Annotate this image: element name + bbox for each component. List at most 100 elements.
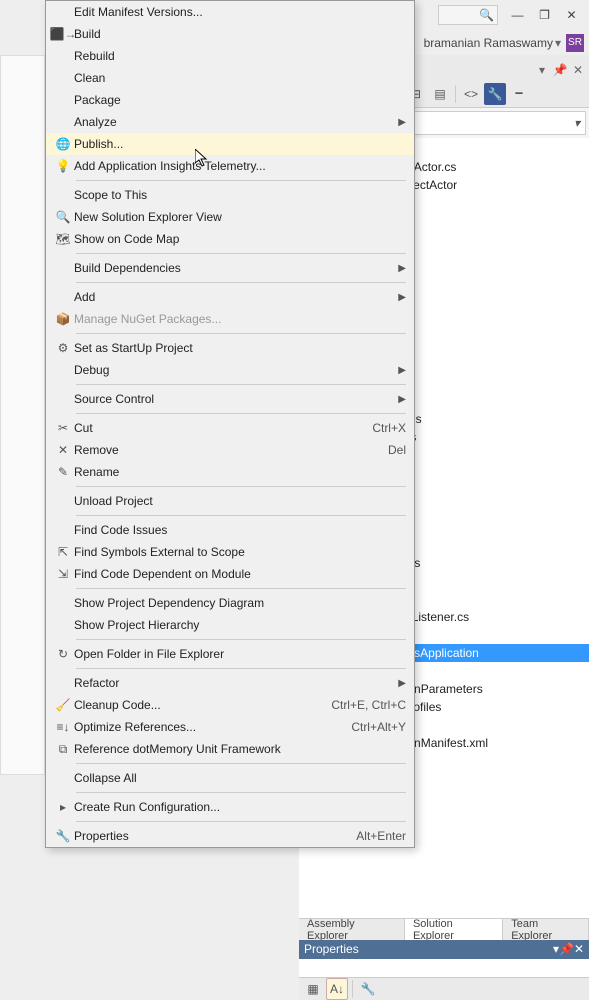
menu-item-set-as-startup-project[interactable]: ⚙Set as StartUp Project — [46, 337, 414, 359]
menu-item-show-on-code-map[interactable]: 🗺Show on Code Map — [46, 228, 414, 250]
menu-item-edit-manifest-versions[interactable]: Edit Manifest Versions... — [46, 1, 414, 23]
menu-item-refactor[interactable]: Refactor▶ — [46, 672, 414, 694]
menu-label: Remove — [74, 443, 378, 457]
globe-icon: 🌐 — [52, 137, 74, 151]
separator-icon — [455, 85, 456, 103]
scope-icon: 🔍 — [52, 210, 74, 224]
gear-icon: ⚙ — [52, 341, 74, 355]
menu-item-build-dependencies[interactable]: Build Dependencies▶ — [46, 257, 414, 279]
menu-item-properties[interactable]: 🔧PropertiesAlt+Enter — [46, 825, 414, 847]
menu-item-build[interactable]: ⬛→Build — [46, 23, 414, 45]
menu-item-rebuild[interactable]: Rebuild — [46, 45, 414, 67]
user-dropdown-arrow[interactable]: ▾ — [555, 36, 561, 50]
props-pin-icon[interactable]: 📌 — [559, 942, 574, 956]
show-all-button[interactable]: ▤ — [429, 83, 451, 105]
menu-item-clean[interactable]: Clean — [46, 67, 414, 89]
alphabetical-button[interactable]: A↓ — [326, 978, 348, 1000]
preview-button[interactable]: 🗕 — [508, 83, 530, 105]
menu-shortcut: Ctrl+E, Ctrl+C — [331, 698, 406, 712]
menu-label: Package — [74, 93, 406, 107]
menu-item-new-solution-explorer-view[interactable]: 🔍New Solution Explorer View — [46, 206, 414, 228]
menu-item-find-symbols-external-to-scope[interactable]: ⇱Find Symbols External to Scope — [46, 541, 414, 563]
ext-icon: ⇱ — [52, 545, 74, 559]
menu-item-open-folder-in-file-explorer[interactable]: ↻Open Folder in File Explorer — [46, 643, 414, 665]
menu-item-show-project-dependency-diagram[interactable]: Show Project Dependency Diagram — [46, 592, 414, 614]
menu-item-unload-project[interactable]: Unload Project — [46, 490, 414, 512]
menu-item-publish[interactable]: 🌐Publish... — [46, 133, 414, 155]
props-wrench-button[interactable]: 🔧 — [357, 978, 379, 1000]
menu-item-add[interactable]: Add▶ — [46, 286, 414, 308]
separator-icon — [352, 980, 353, 998]
menu-label: Cleanup Code... — [74, 698, 321, 712]
menu-item-debug[interactable]: Debug▶ — [46, 359, 414, 381]
properties-panel: Properties ▾ 📌 ✕ ▦ A↓ 🔧 — [299, 940, 589, 1000]
menu-item-cut[interactable]: ✂CutCtrl+X — [46, 417, 414, 439]
properties-object-selector[interactable] — [299, 959, 589, 978]
menu-label: Manage NuGet Packages... — [74, 312, 406, 326]
categorized-button[interactable]: ▦ — [302, 978, 324, 1000]
user-name: bramanian Ramaswamy — [424, 36, 553, 50]
menu-label: Properties — [74, 829, 346, 843]
user-badge: SR — [566, 34, 584, 52]
menu-item-package[interactable]: Package — [46, 89, 414, 111]
close-button[interactable]: ✕ — [559, 5, 584, 25]
dock-pin-icon[interactable]: 📌 — [552, 62, 568, 78]
project-context-menu: Edit Manifest Versions... ⬛→Build Rebuild C… — [45, 0, 415, 848]
menu-label: Collapse All — [74, 771, 406, 785]
quick-launch-search[interactable]: 🔍 — [438, 5, 498, 25]
menu-item-scope-to-this[interactable]: Scope to This — [46, 184, 414, 206]
menu-label: Rebuild — [74, 49, 406, 63]
tab-solution-explorer[interactable]: Solution Explorer — [405, 919, 503, 940]
menu-item-rename[interactable]: ✎Rename — [46, 461, 414, 483]
minimize-button[interactable]: — — [505, 5, 530, 25]
menu-label: Rename — [74, 465, 406, 479]
submenu-arrow-icon: ▶ — [398, 394, 406, 405]
properties-title: Properties — [304, 942, 359, 956]
menu-label: New Solution Explorer View — [74, 210, 406, 224]
mem-icon: ⧉ — [52, 742, 74, 757]
menu-item-find-code-issues[interactable]: Find Code Issues — [46, 519, 414, 541]
dep-icon: ⇲ — [52, 567, 74, 581]
menu-label: Analyze — [74, 115, 398, 129]
menu-item-collapse-all[interactable]: Collapse All — [46, 767, 414, 789]
menu-label: Source Control — [74, 392, 398, 406]
menu-item-add-application-insights-telemetry[interactable]: 💡Add Application Insights Telemetry... — [46, 155, 414, 177]
submenu-arrow-icon: ▶ — [398, 678, 406, 689]
menu-item-remove[interactable]: ✕RemoveDel — [46, 439, 414, 461]
menu-label: Unload Project — [74, 494, 406, 508]
menu-label: Scope to This — [74, 188, 406, 202]
menu-item-create-run-configuration[interactable]: ▸Create Run Configuration... — [46, 796, 414, 818]
menu-label: Add — [74, 290, 398, 304]
menu-label: Find Code Issues — [74, 523, 406, 537]
menu-label: Edit Manifest Versions... — [74, 5, 406, 19]
properties-button[interactable]: 🔧 — [484, 83, 506, 105]
menu-item-source-control[interactable]: Source Control▶ — [46, 388, 414, 410]
build-icon: ⬛→ — [52, 27, 74, 41]
tab-team-explorer[interactable]: Team Explorer — [503, 919, 589, 940]
run-icon: ▸ — [52, 800, 74, 814]
search-dropdown-icon[interactable]: ▾ — [574, 116, 580, 130]
restore-button[interactable]: ❐ — [532, 5, 557, 25]
menu-item-optimize-references[interactable]: ≡↓Optimize References...Ctrl+Alt+Y — [46, 716, 414, 738]
dock-close-icon[interactable]: ✕ — [570, 62, 586, 78]
document-well — [0, 55, 45, 775]
nuget-icon: 📦 — [52, 312, 74, 326]
menu-item-show-project-hierarchy[interactable]: Show Project Hierarchy — [46, 614, 414, 636]
menu-shortcut: Ctrl+Alt+Y — [351, 720, 406, 734]
menu-item-analyze[interactable]: Analyze▶ — [46, 111, 414, 133]
tab-assembly-explorer[interactable]: Assembly Explorer — [299, 919, 405, 940]
props-close-icon[interactable]: ✕ — [574, 942, 584, 956]
bulb-icon: 💡 — [52, 159, 74, 173]
menu-label: Show on Code Map — [74, 232, 406, 246]
clean-icon: 🧹 — [52, 698, 74, 712]
dock-dropdown-icon[interactable]: ▾ — [534, 62, 550, 78]
submenu-arrow-icon: ▶ — [398, 263, 406, 274]
menu-item-cleanup-code[interactable]: 🧹Cleanup Code... Ctrl+E, Ctrl+C — [46, 694, 414, 716]
menu-item-reference-dotmemory-unit-framework[interactable]: ⧉Reference dotMemory Unit Framework — [46, 738, 414, 760]
submenu-arrow-icon: ▶ — [398, 292, 406, 303]
view-code-button[interactable]: <> — [460, 83, 482, 105]
menu-item-find-code-dependent-on-module[interactable]: ⇲Find Code Dependent on Module — [46, 563, 414, 585]
menu-label: Add Application Insights Telemetry... — [74, 159, 406, 173]
menu-separator — [76, 792, 406, 793]
menu-separator — [76, 821, 406, 822]
